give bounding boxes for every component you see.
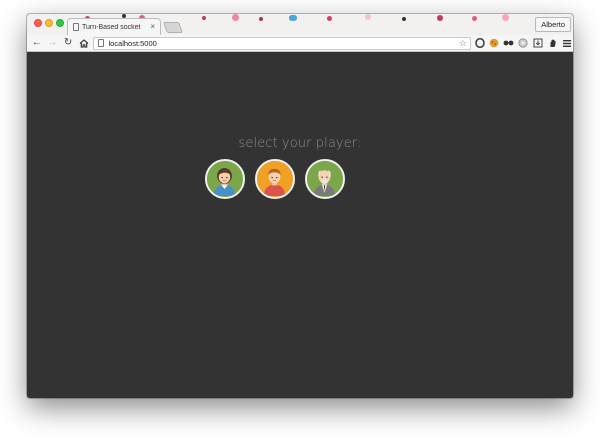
tab-turn-based-socket[interactable]: Turn-Based socket ×: [67, 18, 161, 35]
hamburger-menu-icon: [563, 39, 572, 47]
player-option-boy[interactable]: [255, 159, 295, 199]
page-heading: select your player:: [238, 136, 362, 151]
theme-flower-icon: [365, 14, 371, 20]
home-button[interactable]: [78, 37, 90, 49]
minimize-window-button[interactable]: [45, 19, 53, 27]
player-option-woman[interactable]: [205, 159, 245, 199]
theme-flower-icon: [259, 17, 263, 21]
old-man-avatar-icon: [307, 161, 342, 196]
hand-icon: [550, 39, 556, 47]
profile-button[interactable]: Alberto: [535, 17, 571, 32]
theme-flower-icon: [437, 15, 443, 21]
glasses-icon: [503, 40, 514, 46]
new-tab-button[interactable]: [162, 22, 184, 33]
theme-flower-icon: [232, 14, 239, 21]
page-icon: [73, 23, 79, 31]
theme-star-icon: [402, 17, 406, 21]
theme-flower-icon: [202, 16, 206, 20]
forward-button[interactable]: →: [47, 37, 59, 49]
back-button[interactable]: ←: [31, 37, 43, 49]
extension-hand-button[interactable]: [547, 37, 559, 49]
page-icon: [98, 39, 105, 47]
reload-icon: ↻: [63, 37, 73, 48]
menu-button[interactable]: [561, 37, 573, 49]
disc-icon: [518, 38, 529, 48]
zoom-window-button[interactable]: [56, 19, 64, 27]
download-icon: [533, 38, 543, 48]
opera-icon: [474, 38, 485, 48]
bookmark-star-icon[interactable]: ☆: [459, 38, 467, 48]
theme-butterfly-icon: [289, 15, 297, 21]
browser-window: Turn-Based socket × Alberto ← → ↻ localh…: [27, 14, 573, 398]
reload-button[interactable]: ↻: [62, 37, 74, 49]
home-icon: [79, 38, 89, 48]
browser-toolbar: ← → ↻ localhost:5000 ☆: [27, 35, 573, 52]
arrow-left-icon: ←: [31, 37, 42, 48]
theme-flower-icon: [502, 14, 509, 21]
theme-flower-icon: [472, 16, 477, 21]
woman-avatar-icon: [207, 161, 242, 196]
extension-opera-button[interactable]: [474, 37, 486, 49]
url-text: localhost:5000: [108, 38, 157, 48]
address-bar[interactable]: localhost:5000 ☆: [93, 36, 471, 50]
theme-flower-icon: [327, 16, 332, 21]
extension-glasses-button[interactable]: [503, 37, 515, 49]
extension-disc-button[interactable]: [518, 37, 530, 49]
tab-strip: Turn-Based socket × Alberto: [27, 14, 573, 35]
extension-download-button[interactable]: [532, 37, 544, 49]
close-window-button[interactable]: [34, 19, 42, 27]
player-option-old-man[interactable]: [305, 159, 345, 199]
tab-title: Turn-Based socket: [82, 23, 141, 31]
boy-avatar-icon: [257, 161, 292, 196]
cookie-icon: [489, 38, 499, 48]
tab-close-icon[interactable]: ×: [150, 23, 155, 31]
page-viewport: select your player:: [27, 52, 573, 398]
arrow-right-icon: →: [47, 37, 58, 48]
extension-cookie-button[interactable]: [488, 37, 500, 49]
